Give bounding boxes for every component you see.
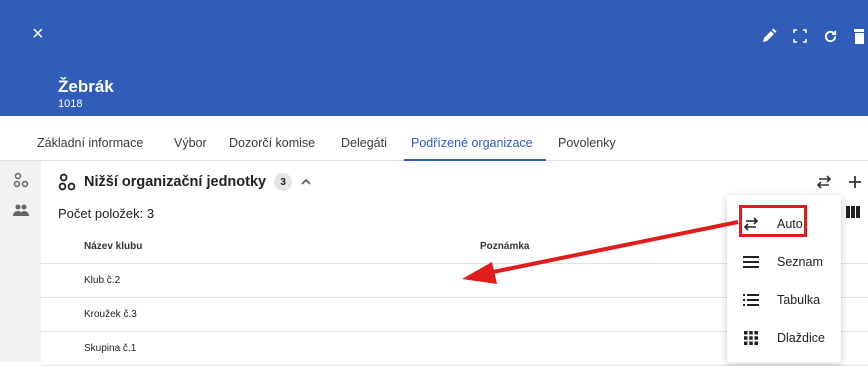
club-name: Kroužek č.3 [84, 309, 137, 320]
menu-item-label: Seznam [777, 255, 823, 269]
edit-icon[interactable] [761, 26, 777, 46]
column-settings-icon[interactable] [846, 205, 860, 221]
menu-item-dlazdice[interactable]: Dlaždice [727, 319, 841, 357]
side-rail [0, 161, 41, 362]
club-name: Skupina č.1 [84, 343, 137, 354]
tab-zakladni-informace[interactable]: Základní informace [37, 136, 143, 150]
annotation-highlight-box [739, 205, 807, 237]
tab-bar: Základní informace Výbor Dozorčí komise … [0, 116, 868, 161]
delete-icon[interactable] [854, 26, 864, 46]
header-actions [761, 26, 868, 46]
menu-item-label: Dlaždice [777, 331, 825, 345]
section-title: Nižší organizační jednotky [84, 174, 267, 190]
tab-delegati[interactable]: Delegáti [341, 136, 387, 150]
refresh-icon[interactable] [823, 26, 838, 46]
active-tab-indicator [404, 159, 546, 161]
tab-vybor[interactable]: Výbor [174, 136, 207, 150]
item-count: Počet položek: 3 [58, 206, 155, 221]
menu-item-tabulka[interactable]: Tabulka [727, 281, 841, 319]
club-name: Klub č.2 [84, 275, 121, 286]
column-header-name[interactable]: Název klubu [84, 241, 142, 252]
table-list-icon [743, 292, 759, 308]
tab-dozorci-komise[interactable]: Dozorčí komise [229, 136, 315, 150]
view-mode-swap-icon[interactable] [815, 173, 833, 191]
tab-povolenky[interactable]: Povolenky [558, 136, 616, 150]
count-badge: 3 [274, 173, 293, 191]
people-icon[interactable] [11, 201, 31, 221]
menu-item-label: Tabulka [777, 293, 821, 307]
close-icon[interactable]: × [32, 24, 44, 44]
hierarchy-icon [58, 173, 76, 191]
list-icon [743, 254, 759, 270]
chevron-up-icon[interactable] [300, 176, 312, 188]
add-icon[interactable] [846, 173, 864, 191]
section-header: Nižší organizační jednotky 3 [58, 172, 312, 192]
menu-item-seznam[interactable]: Seznam [727, 243, 841, 281]
page-title: Žebrák [58, 77, 114, 96]
column-header-note[interactable]: Poznámka [480, 241, 529, 252]
tiles-icon [743, 330, 759, 346]
tab-podrizene-organizace[interactable]: Podřízené organizace [411, 136, 533, 150]
app-header: × Žebrák 1018 [0, 0, 868, 116]
page-subtitle: 1018 [58, 98, 83, 110]
fullscreen-icon[interactable] [793, 26, 807, 46]
hierarchy-icon[interactable] [11, 170, 31, 190]
